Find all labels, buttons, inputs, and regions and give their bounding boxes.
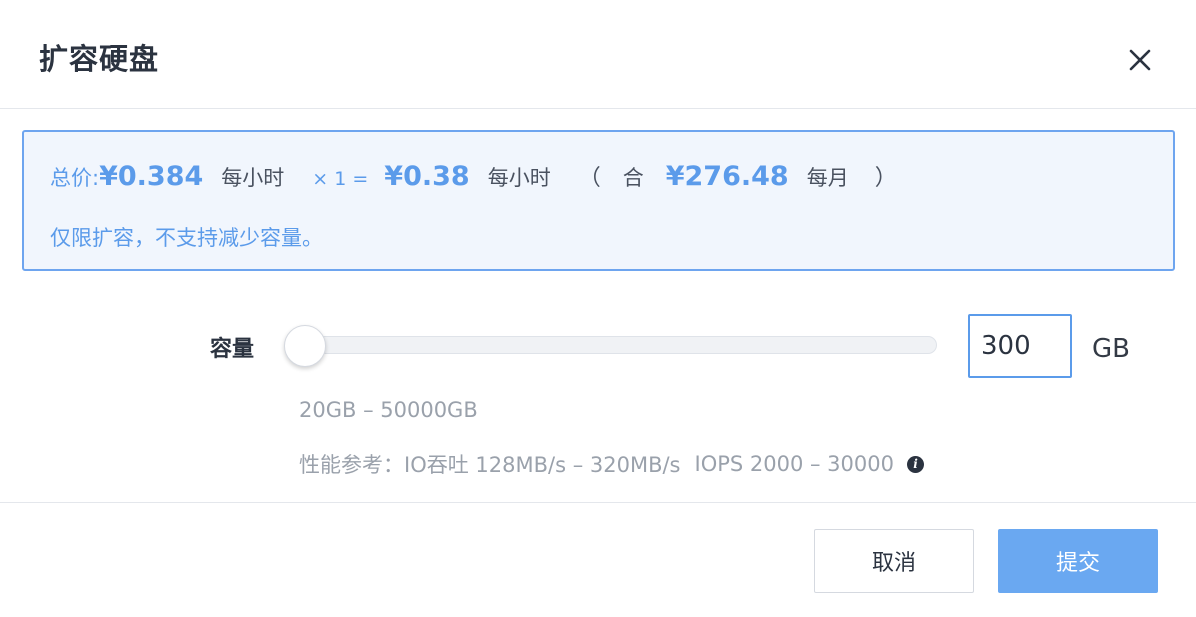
expand-disk-dialog: 扩容硬盘 总价: ¥0.384 每小时 × 1 = ¥0.38 每小时 （ 合 …: [0, 0, 1196, 616]
open-paren: （: [578, 166, 601, 191]
per-hour-unit-2: 每小时: [487, 166, 551, 190]
equivalent-label: 合: [622, 166, 644, 190]
price-summary: 总价: ¥0.384 每小时 × 1 = ¥0.38 每小时 （ 合 ¥276.…: [50, 160, 897, 198]
multiplier-text: × 1 =: [312, 168, 369, 190]
performance-throughput: 性能参考：IO吞吐 128MB/s – 320MB/s: [299, 453, 681, 477]
capacity-label: 容量: [210, 337, 255, 362]
capacity-slider-track[interactable]: [286, 336, 937, 354]
total-price-label: 总价:: [50, 166, 100, 190]
capacity-range: 20GB – 50000GB: [299, 398, 478, 422]
total-price-amount: ¥0.384: [99, 161, 204, 192]
per-month-unit: 每月: [806, 166, 849, 190]
capacity-unit: GB: [1092, 334, 1130, 364]
price-info-box: 总价: ¥0.384 每小时 × 1 = ¥0.38 每小时 （ 合 ¥276.…: [22, 130, 1175, 271]
close-button[interactable]: [1122, 42, 1158, 78]
hourly-result-amount: ¥0.38: [384, 161, 470, 192]
performance-reference: 性能参考：IO吞吐 128MB/s – 320MB/s IOPS 2000 – …: [299, 449, 924, 479]
close-icon: [1129, 49, 1151, 71]
performance-iops: IOPS 2000 – 30000: [694, 452, 895, 476]
info-icon[interactable]: i: [907, 455, 924, 473]
capacity-input[interactable]: [968, 314, 1072, 378]
capacity-slider-handle[interactable]: [284, 325, 326, 367]
submit-button[interactable]: 提交: [998, 529, 1158, 593]
expand-only-note: 仅限扩容，不支持减少容量。: [50, 226, 323, 250]
close-paren: ）: [874, 166, 897, 191]
per-hour-unit: 每小时: [221, 166, 285, 190]
monthly-amount: ¥276.48: [665, 161, 789, 192]
dialog-title: 扩容硬盘: [39, 42, 160, 76]
dialog-footer: 取消 提交: [0, 502, 1196, 617]
cancel-button[interactable]: 取消: [814, 529, 974, 593]
dialog-header: 扩容硬盘: [0, 0, 1196, 109]
